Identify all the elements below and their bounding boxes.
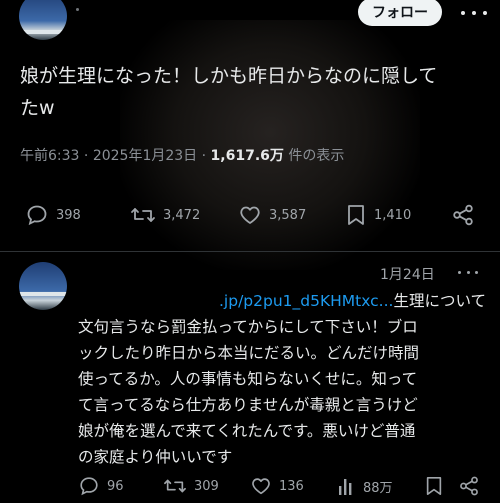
reply-text-line: 文句言うなら罰金払ってからにして下さい！ブロ [78,318,418,336]
bookmark-button[interactable]: 1,410 [345,203,411,227]
reply-views-button[interactable]: 88万 [338,475,393,497]
share-icon [453,204,473,226]
tweet-text: 娘が生理になった！しかも昨日からなのに隠して たw [20,60,480,124]
like-count: 3,587 [269,207,307,223]
reply-text-line: .jp/p2pu1_d5KHMtxc...生理について [219,292,486,310]
reply-share-button[interactable] [458,475,480,497]
avatar[interactable] [19,0,67,40]
reply-text-line: の家庭より仲いいです [78,448,233,466]
tweet-text-line: たw [20,97,55,119]
like-icon [240,206,260,224]
reply-text-line: 娘が俺を選んで来てくれたんです。悪いけど普通 [78,422,416,440]
reply-text-line: ックしたり昨日から本当にだるい。どんだけ時間 [78,344,420,362]
share-icon [460,476,478,496]
repost-icon [131,208,155,222]
reply-reply-button[interactable]: 96 [78,475,124,497]
reply-actions: 96 309 136 88万 [0,475,500,503]
like-count: 136 [279,478,304,494]
reply-more-icon[interactable] [458,265,478,279]
divider [0,251,500,252]
tweet-time[interactable]: 午前6:33 [20,148,79,164]
reply-count: 96 [107,478,124,494]
bookmark-icon [348,205,364,225]
view-count-label: 件の表示 [288,148,345,164]
repost-count: 309 [194,478,219,494]
reply-button[interactable]: 398 [25,203,81,227]
like-icon [252,478,270,495]
follow-button[interactable]: フォロー [358,0,442,26]
reply-text-line: 使ってるか。人の事情も知らないくせに。知って [78,370,418,388]
reply-link[interactable]: .jp/p2pu1_d5KHMtxc... [219,292,393,310]
reply-bookmark-button[interactable] [424,475,444,497]
reply-icon [27,205,47,226]
repost-count: 3,472 [163,207,201,223]
reply-date[interactable]: 1月24日 [380,264,435,284]
separator-dot [76,8,79,11]
repost-button[interactable]: 3,472 [130,203,200,227]
bookmark-count: 1,410 [374,207,412,223]
reply-count: 398 [56,207,81,223]
reply-text: .jp/p2pu1_d5KHMtxc...生理について 文句言うなら罰金払ってか… [78,288,490,470]
tweet-text-line: 娘が生理になった！しかも昨日からなのに隠して [20,65,438,87]
reply-repost-button[interactable]: 309 [163,475,219,497]
reply-icon [80,477,98,496]
tweet-actions: 398 3,472 3,587 1,410 [0,203,500,231]
reply-text-line: て言ってるなら仕方ありませんが毒親と言うけど [78,396,418,414]
tweet-meta: 午前6:33 · 2025年1月23日 · 1,617.6万 件の表示 [20,148,345,164]
reply-avatar[interactable] [19,262,67,310]
reply-like-button[interactable]: 136 [250,475,304,497]
bookmark-icon [426,477,442,495]
view-count: 1,617.6万 [210,148,284,164]
view-count: 88万 [363,480,393,496]
like-button[interactable]: 3,587 [238,203,306,227]
views-icon [339,479,352,495]
share-button[interactable] [451,203,475,227]
more-icon[interactable] [461,4,487,22]
repost-icon [164,479,186,493]
tweet-date[interactable]: 2025年1月23日 [93,148,197,164]
